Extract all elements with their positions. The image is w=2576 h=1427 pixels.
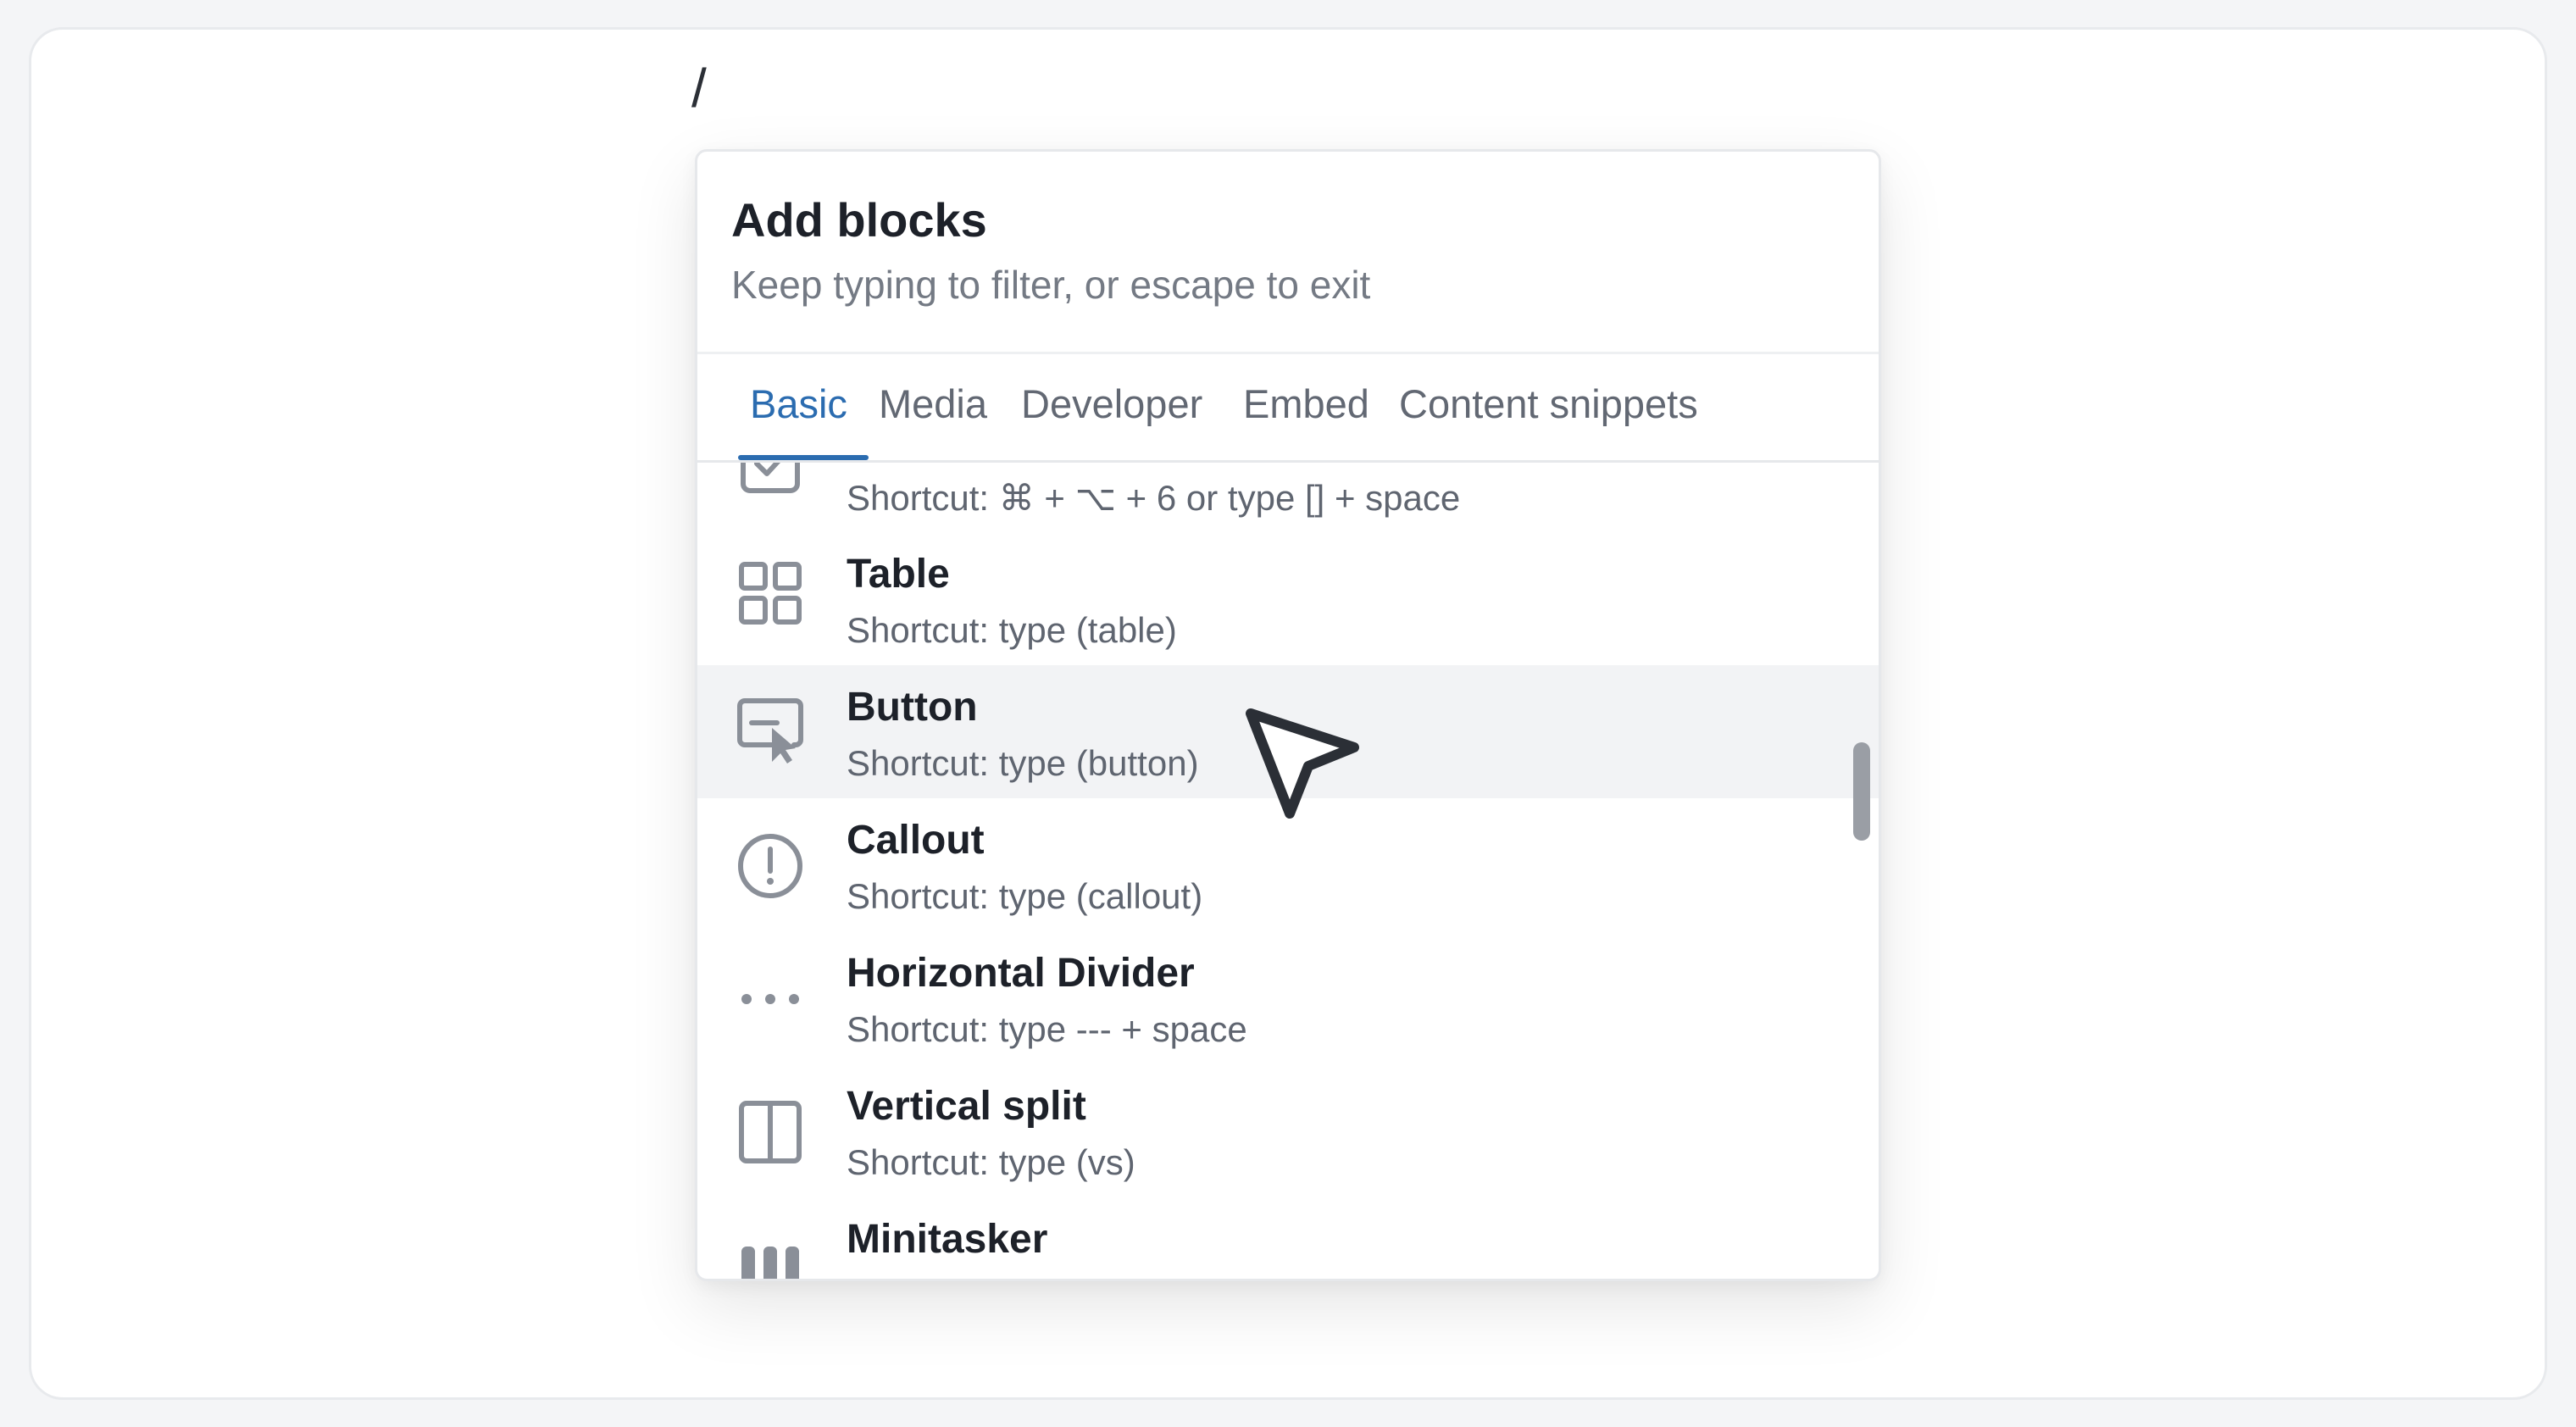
list-item-table[interactable]: Table Shortcut: type (table) xyxy=(697,532,1879,665)
tab-content-snippets[interactable]: Content snippets xyxy=(1399,380,1698,427)
item-shortcut: Shortcut: ⌘ + ⌥ + 6 or type [] + space xyxy=(847,478,1461,518)
menu-title: Add blocks xyxy=(731,193,987,247)
item-shortcut: Shortcut: type (callout) xyxy=(847,876,1203,916)
list-item-checkbox[interactable]: Shortcut: ⌘ + ⌥ + 6 or type [] + space xyxy=(697,463,1879,532)
tab-basic[interactable]: Basic xyxy=(750,380,847,427)
item-shortcut: Shortcut: type (table) xyxy=(847,610,1177,650)
active-tab-indicator xyxy=(738,455,869,460)
tab-media[interactable]: Media xyxy=(879,380,987,427)
list-item-horizontal-divider[interactable]: Horizontal Divider Shortcut: type --- + … xyxy=(697,931,1879,1064)
menu-header: Add blocks Keep typing to filter, or esc… xyxy=(697,152,1879,354)
category-tabs: Basic Media Developer Embed Content snip… xyxy=(697,352,1879,463)
menu-scrollbar[interactable] xyxy=(1845,463,1879,1279)
slash-command-text[interactable]: / xyxy=(691,54,707,122)
mouse-pointer-icon xyxy=(1246,708,1359,819)
checkbox-icon xyxy=(741,463,800,493)
item-shortcut: Shortcut: type (vs) xyxy=(847,1142,1135,1182)
item-name: Minitasker xyxy=(847,1217,1048,1262)
horizontal-dots-icon xyxy=(741,994,799,1004)
vertical-split-icon xyxy=(739,1101,802,1163)
item-name: Vertical split xyxy=(847,1084,1086,1129)
item-name: Table xyxy=(847,552,950,597)
table-grid-icon xyxy=(739,562,802,625)
tab-embed[interactable]: Embed xyxy=(1243,380,1369,427)
menu-subtitle: Keep typing to filter, or escape to exit xyxy=(731,263,1371,307)
item-name: Horizontal Divider xyxy=(847,951,1195,996)
scrollbar-thumb[interactable] xyxy=(1853,742,1870,841)
item-name: Callout xyxy=(847,818,985,863)
minitasker-bars-icon xyxy=(741,1247,799,1279)
item-shortcut: Shortcut: type --- + space xyxy=(847,1009,1247,1049)
button-cursor-icon xyxy=(737,698,803,763)
item-name: Button xyxy=(847,685,978,730)
item-shortcut: Shortcut: type (button) xyxy=(847,743,1199,783)
list-item-vertical-split[interactable]: Vertical split Shortcut: type (vs) xyxy=(697,1064,1879,1197)
list-item-minitasker[interactable]: Minitasker xyxy=(697,1197,1879,1279)
block-list: Shortcut: ⌘ + ⌥ + 6 or type [] + space T… xyxy=(697,463,1879,1279)
tab-developer[interactable]: Developer xyxy=(1021,380,1202,427)
exclamation-circle-icon xyxy=(738,834,802,898)
